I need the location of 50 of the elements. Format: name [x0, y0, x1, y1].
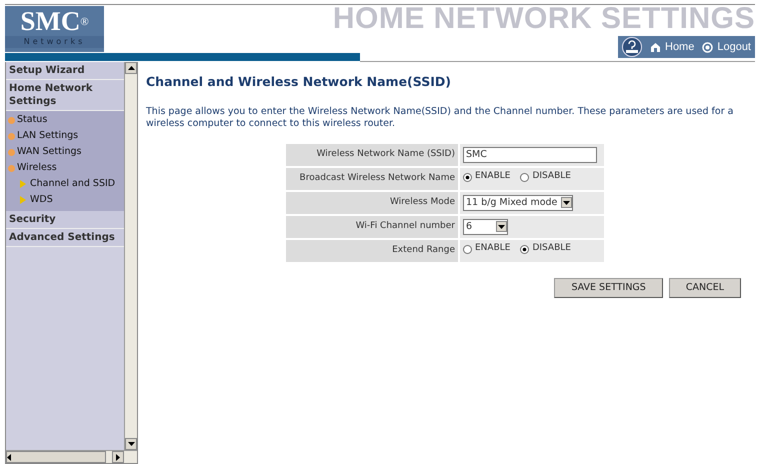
- home-link[interactable]: Home: [650, 38, 694, 56]
- sidebar-item[interactable]: LAN Settings: [6, 128, 124, 144]
- logout-icon: [702, 42, 714, 52]
- down-arrow-icon[interactable]: [128, 442, 134, 446]
- radio-button[interactable]: [520, 172, 530, 182]
- field-label: Wi-Fi Channel number: [286, 216, 458, 238]
- home-icon: [650, 42, 661, 52]
- radio-button[interactable]: [463, 172, 472, 182]
- radio-button[interactable]: [463, 244, 472, 254]
- sidebar-item[interactable]: Status: [6, 112, 124, 128]
- bullet-icon: [8, 132, 15, 140]
- cancel-button[interactable]: CANCEL: [668, 278, 741, 298]
- sidebar-item[interactable]: WAN Settings: [6, 144, 124, 160]
- vertical-scrollbar[interactable]: [124, 62, 137, 450]
- field-label: Wireless Mode: [286, 192, 458, 214]
- brand-name: SMC$^{®}$: [20, 6, 89, 36]
- radio-option[interactable]: ENABLE: [463, 242, 510, 256]
- logo-tagline: Networks: [5, 36, 104, 48]
- sidebar-item[interactable]: Wireless: [6, 160, 124, 176]
- left-arrow-icon[interactable]: [7, 454, 11, 460]
- page-title: Channel and Wireless Network Name(SSID): [146, 73, 452, 91]
- help-icon[interactable]: [622, 37, 642, 57]
- save-button[interactable]: SAVE SETTINGS: [554, 278, 663, 298]
- field-label: Extend Range: [286, 240, 458, 262]
- caret-icon: [498, 224, 505, 229]
- field-label: Wireless Network Name (SSID): [286, 144, 458, 166]
- sidebar-section[interactable]: Security: [6, 211, 124, 229]
- bullet-icon: [8, 148, 15, 156]
- sidebar-section[interactable]: Home Network Settings: [6, 80, 124, 111]
- sidebar-section[interactable]: Setup Wizard: [6, 62, 124, 80]
- right-arrow-icon[interactable]: [116, 454, 120, 460]
- sidebar-item[interactable]: Channel and SSID: [6, 176, 124, 192]
- sidebar-item[interactable]: WDS: [6, 192, 124, 208]
- dropdown[interactable]: 6: [463, 218, 508, 235]
- text-field[interactable]: SMC: [463, 146, 597, 163]
- up-arrow-icon[interactable]: [128, 66, 134, 70]
- radio-option[interactable]: DISABLE: [520, 242, 571, 256]
- horizontal-scrollbar[interactable]: [6, 450, 137, 463]
- page-description: This page allows you to enter the Wireless Network Name(SSID) and the Channel number. These parameters are used for a wireless computer to connect to this wireless router.: [146, 106, 734, 130]
- radio-option[interactable]: ENABLE: [463, 170, 510, 184]
- dropdown[interactable]: 11 b/g Mixed mode: [463, 194, 574, 211]
- caret-icon: [563, 200, 570, 205]
- logout-link[interactable]: Logout: [702, 38, 751, 56]
- radio-option[interactable]: DISABLE: [520, 170, 571, 184]
- radio-button[interactable]: [520, 244, 530, 254]
- bullet-icon: [8, 164, 15, 172]
- page-banner-title: HOME NETWORK SETTINGS: [332, 3, 755, 35]
- sidebar-section[interactable]: Advanced Settings: [6, 229, 124, 247]
- field-label: Broadcast Wireless Network Name: [286, 168, 458, 190]
- bullet-icon: [8, 116, 15, 124]
